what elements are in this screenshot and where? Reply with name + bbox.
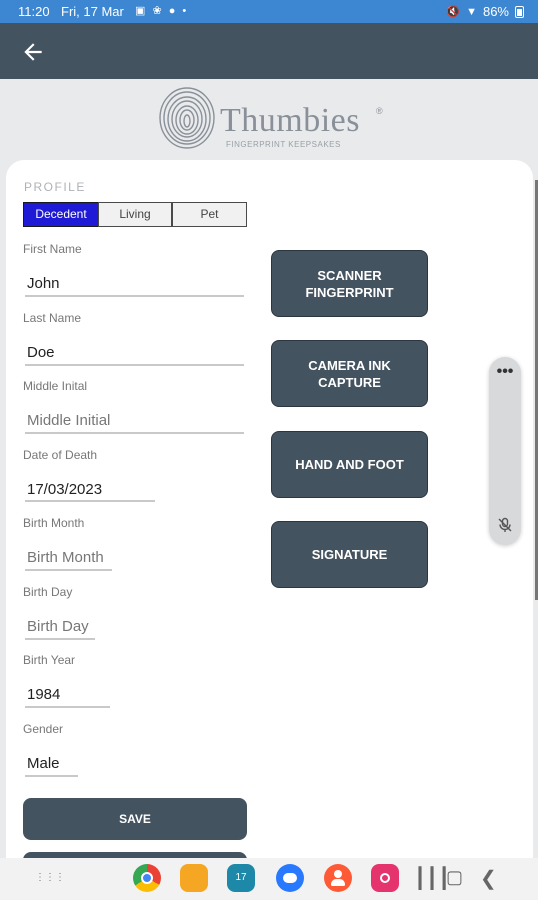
notification-icons: ▣ ❀ ● • [135, 5, 189, 17]
back-button[interactable] [20, 39, 46, 65]
birth-month-underline [25, 569, 112, 571]
calendar-icon[interactable]: 17 [227, 864, 255, 892]
brand-tagline: FINGERPRINT KEEPSAKES [226, 140, 341, 149]
middle-initial-underline [25, 432, 244, 434]
signature-label: SIGNATURE [311, 547, 388, 562]
back-nav-icon[interactable]: ❮ [480, 866, 497, 891]
middle-initial-field[interactable]: Middle Initial [27, 412, 110, 429]
last-name-label: Last Name [23, 311, 82, 325]
hand-and-foot-button[interactable]: HAND AND FOOT [271, 431, 428, 498]
brand-name: Thumbies [220, 102, 360, 139]
signature-button[interactable]: SIGNATURE [271, 521, 428, 588]
tab-decedent[interactable]: Decedent [23, 202, 99, 227]
gender-label: Gender [23, 722, 64, 736]
birth-month-label: Birth Month [23, 516, 85, 530]
middle-initial-label: Middle Inital [23, 379, 88, 393]
birth-year-underline [25, 706, 110, 708]
last-name-field[interactable]: Doe [27, 344, 55, 361]
files-icon[interactable] [180, 864, 208, 892]
birth-day-field[interactable]: Birth Day [27, 618, 89, 635]
battery-level: 86% [482, 4, 509, 19]
date-of-death-field[interactable]: 17/03/2023 [27, 481, 102, 498]
birth-year-field[interactable]: 1984 [27, 686, 60, 703]
chrome-icon[interactable] [133, 864, 161, 892]
messages-icon[interactable] [276, 864, 304, 892]
more-options-icon[interactable]: ••• [489, 363, 521, 381]
wifi-icon: ▼ [466, 5, 477, 18]
birth-year-label: Birth Year [23, 653, 76, 667]
screen-recorder-icon[interactable] [371, 864, 399, 892]
battery-icon [515, 5, 524, 18]
status-bar: 11:20 Fri, 17 Mar ▣ ❀ ● • 🔇 ▼ 86% [0, 0, 538, 23]
last-name-underline [25, 364, 244, 366]
registered-mark: ® [376, 106, 383, 116]
status-time: 11:20 [18, 4, 50, 19]
first-name-label: First Name [23, 242, 82, 256]
birth-month-field[interactable]: Birth Month [27, 549, 104, 566]
scanner-fingerprint-button[interactable]: SCANNER FINGERPRINT [271, 250, 428, 317]
tab-living[interactable]: Living [98, 202, 172, 227]
navigation-bar: ⋮⋮⋮ 17 ┃┃┃ ▢ ❮ [0, 858, 538, 900]
birth-day-label: Birth Day [23, 585, 73, 599]
tab-pet[interactable]: Pet [172, 202, 247, 227]
save-button[interactable]: SAVE [23, 798, 247, 840]
first-name-underline [25, 295, 244, 297]
contacts-icon[interactable] [324, 864, 352, 892]
home-icon[interactable]: ▢ [446, 867, 463, 888]
camera-ink-capture-label: CAMERA INK CAPTURE [308, 357, 391, 390]
scanner-fingerprint-label: SCANNER FINGERPRINT [305, 267, 394, 300]
profile-type-selector: Decedent Living Pet [23, 202, 247, 227]
arrow-left-icon [24, 43, 42, 61]
gender-field[interactable]: Male [27, 755, 60, 772]
date-of-death-label: Date of Death [23, 448, 98, 462]
app-bar [0, 23, 538, 79]
floating-side-panel[interactable]: ••• [489, 357, 521, 545]
status-date: Fri, 17 Mar [61, 4, 124, 19]
camera-ink-capture-button[interactable]: CAMERA INK CAPTURE [271, 340, 428, 407]
gender-underline [25, 775, 78, 777]
profile-card [6, 160, 533, 860]
thumbies-logo: Thumbies ® FINGERPRINT KEEPSAKES [158, 86, 388, 150]
apps-grid-icon[interactable]: ⋮⋮⋮ [35, 872, 65, 886]
mic-off-icon[interactable] [497, 517, 513, 533]
profile-section-label: PROFILE [24, 180, 86, 194]
recent-apps-icon[interactable]: ┃┃┃ [414, 866, 450, 891]
date-of-death-underline [25, 500, 155, 502]
mute-icon: 🔇 [446, 6, 461, 18]
first-name-field[interactable]: John [27, 275, 60, 292]
hand-and-foot-label: HAND AND FOOT [295, 457, 404, 472]
birth-day-underline [25, 638, 95, 640]
fingerprint-icon [159, 87, 215, 149]
